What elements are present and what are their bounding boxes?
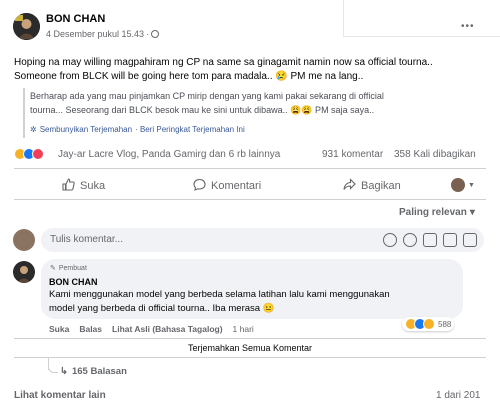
reactions-summary[interactable]: Jay-ar Lacre Vlog, Panda Gamirg dan 6 rb…: [58, 149, 280, 160]
author-avatar[interactable]: [13, 13, 40, 40]
share-arrow-icon: [343, 178, 356, 194]
frame-edge: [343, 0, 344, 36]
comment-age[interactable]: 1 hari: [233, 324, 254, 334]
comment-bubble-icon: [193, 178, 206, 194]
date-separator: ·: [146, 29, 150, 39]
gif-icon[interactable]: [443, 233, 457, 247]
translate-all-link[interactable]: Terjemahkan Semua Komentar: [0, 343, 500, 353]
divider: [14, 199, 486, 200]
post-date[interactable]: 4 Desember pukul 15.43: [46, 29, 144, 39]
share-label: Bagikan: [361, 180, 401, 192]
profile-avatar-small: [451, 178, 465, 192]
more-comments-link[interactable]: Lihat komentar lain: [14, 390, 106, 401]
divider: [14, 168, 486, 169]
comment-text-line2: model yang berbeda di official tourna.. …: [49, 303, 275, 314]
comment-reply-link[interactable]: Balas: [79, 324, 102, 334]
view-replies-link[interactable]: ↳ 165 Balasan: [60, 366, 127, 377]
reply-thread-curve: [48, 366, 58, 373]
pen-icon: ✎: [50, 265, 56, 272]
globe-icon: [151, 30, 160, 38]
comment-reactions[interactable]: 588: [402, 317, 455, 331]
like-button[interactable]: Suka: [62, 178, 105, 194]
hide-translation-link[interactable]: Sembunyikan Terjemahan: [40, 125, 132, 134]
divider: [14, 357, 486, 358]
gear-icon: ✲: [30, 125, 37, 134]
divider: [14, 338, 486, 339]
sort-dropdown[interactable]: Paling relevan ▾: [399, 207, 475, 218]
comment-like-link[interactable]: Suka: [49, 324, 69, 334]
frame-edge: [343, 36, 500, 37]
reply-arrow-icon: ↳: [60, 366, 68, 377]
comment-text-line1: Kami menggunakan model yang berbeda sela…: [49, 289, 390, 300]
sort-label: Paling relevan: [399, 207, 467, 218]
author-badge: Pembuat: [58, 264, 87, 272]
chevron-down-icon: ▾: [469, 207, 475, 218]
my-avatar[interactable]: [13, 229, 35, 251]
reaction-picker-button[interactable]: ▼: [451, 178, 475, 192]
emoji-icon[interactable]: [403, 233, 417, 247]
translation-border: [23, 88, 25, 138]
rate-translation-link[interactable]: · Beri Peringkat Terjemahan Ini: [135, 125, 245, 134]
comments-count[interactable]: 931 komentar: [322, 149, 383, 160]
comment-reaction-count: 588: [438, 319, 452, 329]
post-text-line2: Someone from BLCK will be going here tom…: [14, 71, 364, 82]
post-author[interactable]: BON CHAN: [46, 13, 105, 25]
see-original-link[interactable]: Lihat Asli (Bahasa Tagalog): [112, 324, 223, 334]
camera-icon[interactable]: [423, 233, 437, 247]
love-reaction-icon: [32, 148, 44, 160]
commenter-avatar[interactable]: [13, 261, 35, 283]
translation-line1: Berharap ada yang mau pinjamkan CP mirip…: [30, 91, 384, 101]
like-label: Suka: [80, 180, 106, 192]
comment-author[interactable]: BON CHAN: [49, 277, 98, 287]
comment-pagination: 1 dari 201: [436, 390, 481, 401]
chevron-down-icon: ▼: [468, 181, 475, 189]
translation-line2: tourna... Seseorang dari BLCK besok mau …: [30, 105, 375, 115]
avatar-sticker-icon[interactable]: [383, 233, 397, 247]
shares-count[interactable]: 358 Kali dibagikan: [394, 149, 476, 160]
more-options-icon[interactable]: •••: [461, 21, 475, 32]
haha-reaction-icon: [423, 318, 435, 330]
share-button[interactable]: Bagikan: [343, 178, 401, 194]
comment-input[interactable]: Tulis komentar...: [41, 228, 484, 252]
comment-placeholder: Tulis komentar...: [50, 234, 123, 245]
replies-count: 165 Balasan: [71, 366, 127, 377]
post-text-line1: Hoping na may willing magpahiram ng CP n…: [14, 57, 433, 68]
comment-label: Komentari: [211, 180, 262, 192]
thumbs-up-icon: [62, 178, 75, 194]
comment-bubble: ✎ Pembuat BON CHAN Kami menggunakan mode…: [41, 259, 463, 319]
sticker-icon[interactable]: [463, 233, 477, 247]
comment-button[interactable]: Komentari: [193, 178, 261, 194]
